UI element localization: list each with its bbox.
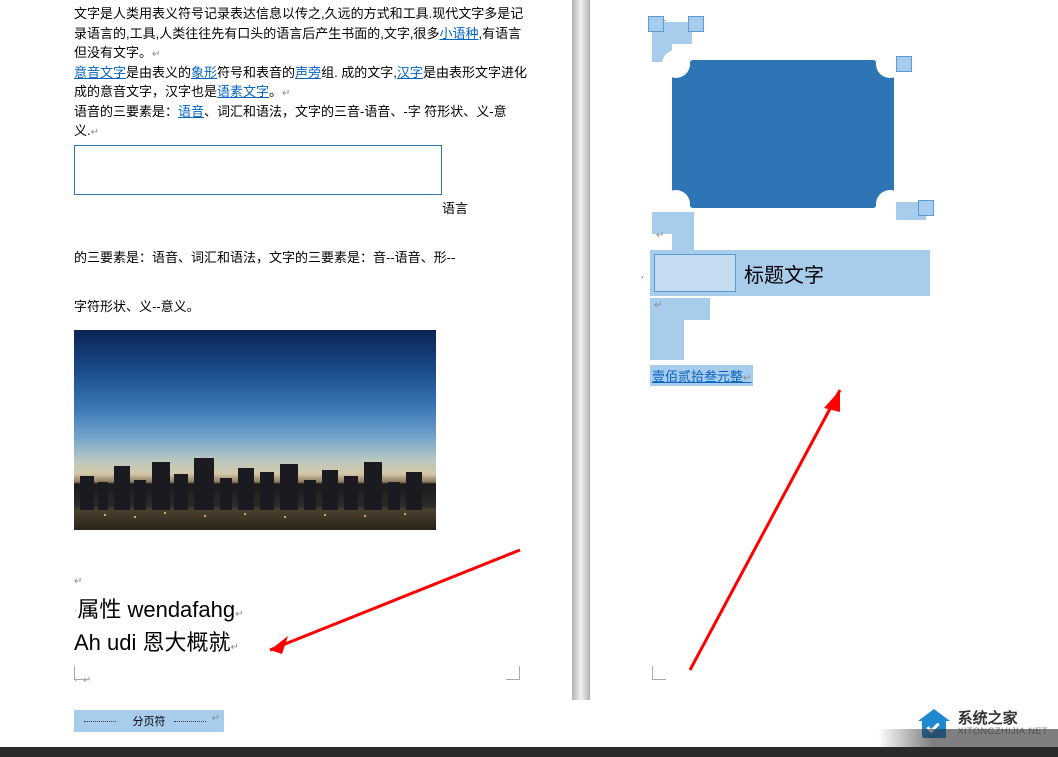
heading-line-1: 属性 wendafahg [77, 597, 235, 622]
link-hanzi[interactable]: 汉字 [397, 65, 423, 80]
text: 。 [269, 84, 282, 99]
heading-line-2: Ah udi 恩大概就 [74, 630, 231, 655]
bullet-mark: · [640, 268, 645, 284]
text: 的三要素是：语音、词汇和语法，文字的三要素是：音--语音、形-- [74, 250, 455, 265]
link-small-language[interactable]: 小语种 [439, 26, 478, 41]
page-corner-marker [506, 666, 520, 680]
page-left: 文字是人类用表义符号记录表达信息以传之,久远的方式和工具.现代文字多是记录语言的… [30, 0, 570, 700]
selection-highlight [650, 340, 684, 360]
paragraph-mark: ↵ [91, 127, 99, 138]
text: 字符形状、义--意义。 [74, 299, 200, 314]
text: 组. 成的文字, [321, 65, 397, 80]
selection-handle[interactable] [648, 16, 664, 32]
shape-canvas[interactable]: ↵ [652, 2, 922, 242]
plaque-shape[interactable] [672, 60, 894, 208]
text-frame[interactable] [74, 145, 442, 195]
text: 语音的三要素是： [74, 104, 178, 119]
title-row[interactable]: 标题文字 [650, 250, 930, 296]
page-corner-marker [74, 666, 88, 680]
paragraph-mark: ↵ [656, 230, 664, 241]
paragraph-mark: ↵ [74, 576, 82, 587]
paragraph-mark: ↵ [282, 88, 290, 99]
page-corner-marker [652, 666, 666, 680]
shape-corner-notch [662, 50, 690, 78]
text: 是由表义的 [126, 65, 191, 80]
link-xiangxing[interactable]: 象形 [191, 65, 217, 80]
link-shengpang[interactable]: 声旁 [295, 65, 321, 80]
title-text: 标题文字 [744, 259, 824, 288]
amount-value: 壹佰贰拾叁元整 [652, 369, 743, 384]
amount-text[interactable]: 壹佰贰拾叁元整↵ [650, 365, 753, 386]
paragraph-mark: ↵ [743, 373, 751, 384]
text: 符号和表音的 [217, 65, 295, 80]
paragraph-mark: ↵ [212, 713, 220, 724]
heading-block: ↵ ·属性 wendafahg↵ Ah udi 恩大概就↵ · ↵ [74, 560, 570, 692]
skyline-image [74, 330, 436, 530]
body-paragraph: 文字是人类用表义符号记录表达信息以传之,久远的方式和工具.现代文字多是记录语言的… [30, 0, 570, 141]
text: 语言 的三要素是：语音、词汇和语法，文字的三要素是：音--语音、形-- 字符形状… [74, 197, 570, 320]
watermark-cn: 系统之家 [958, 711, 1048, 728]
bottom-bar [0, 747, 1058, 757]
paragraph-mark: ↵ [654, 300, 662, 311]
selection-handle[interactable] [896, 56, 912, 72]
selection-highlight [672, 232, 694, 250]
page-divider [572, 0, 590, 700]
paragraph-mark: ↵ [235, 609, 243, 620]
paragraph-mark: ↵ [152, 49, 160, 60]
selection-handle[interactable] [918, 200, 934, 216]
paragraph-mark: ↵ [231, 642, 239, 653]
link-yuyin[interactable]: 语音 [178, 104, 204, 119]
title-box-shape[interactable] [654, 254, 736, 292]
link-yusuo[interactable]: 语素文字 [217, 84, 269, 99]
selection-handle[interactable] [688, 16, 704, 32]
page-right: ↵ · 标题文字 ↵ 壹佰贰拾叁元整↵ [590, 0, 1050, 700]
page-break-indicator: 分页符 ↵ [74, 710, 224, 732]
link-yinyi[interactable]: 意音文字 [74, 65, 126, 80]
label-language: 语言 [442, 201, 468, 216]
page-break-label: 分页符 [133, 716, 166, 728]
selection-highlight [650, 320, 684, 340]
